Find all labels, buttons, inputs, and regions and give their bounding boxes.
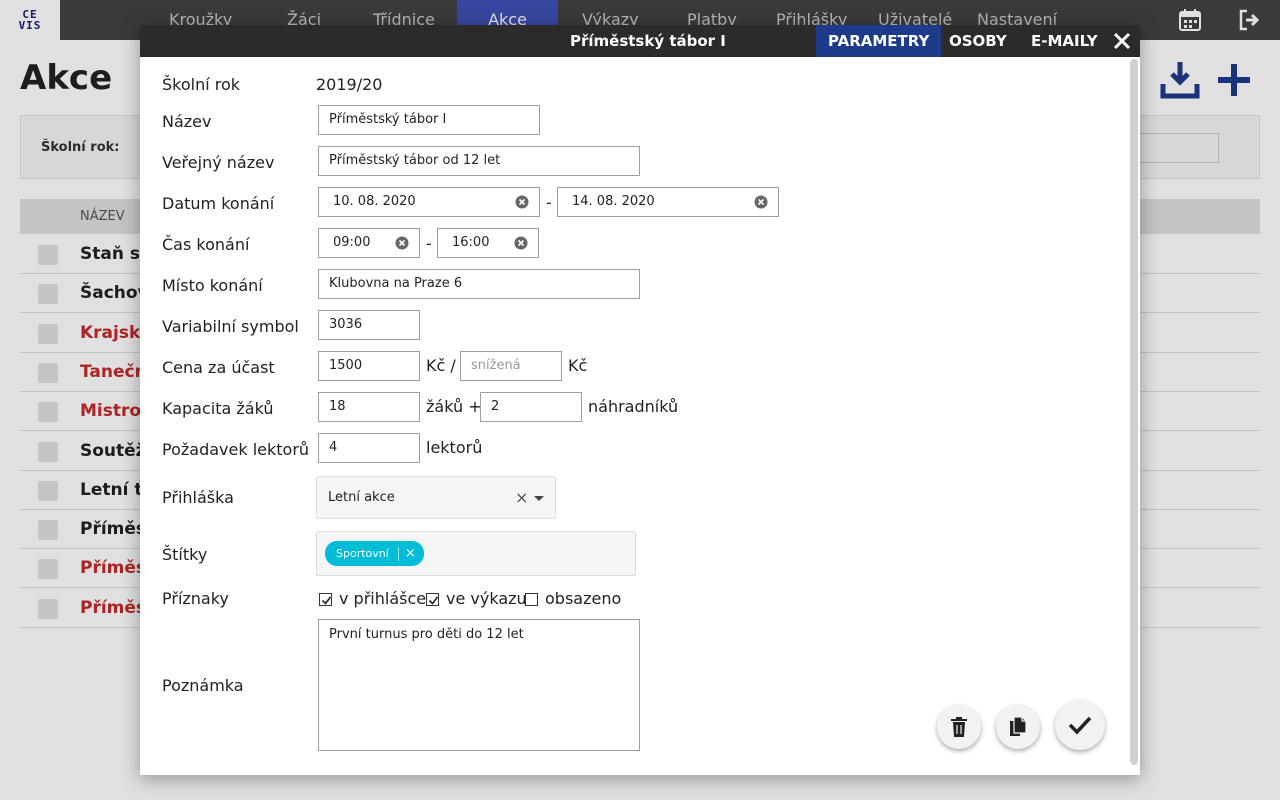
clear-icon[interactable] [515, 195, 529, 209]
substitutes-unit: náhradníků [588, 397, 679, 416]
substitutes-input[interactable]: 2 [480, 392, 582, 422]
place-input[interactable]: Klubovna na Praze 6 [318, 269, 640, 299]
remove-tag-icon[interactable]: × [405, 546, 416, 561]
label-capacity: Kapacita žáků [162, 399, 274, 418]
label-application: Přihláška [162, 488, 234, 507]
application-select[interactable]: Letní akce × [316, 476, 556, 519]
label-time: Čas konání [162, 235, 250, 254]
time-to-value: 16:00 [452, 235, 490, 250]
date-from-input[interactable]: 10. 08. 2020 [318, 187, 540, 217]
flag-label-in-application[interactable]: v přihlášce [339, 589, 426, 608]
public-name-input[interactable]: Příměstský tábor od 12 let [318, 146, 640, 176]
clear-icon[interactable] [754, 195, 768, 209]
time-from-value: 09:00 [333, 235, 371, 250]
flag-label-occupied[interactable]: obsazeno [545, 589, 621, 608]
clear-icon[interactable] [514, 236, 528, 250]
date-to-input[interactable]: 14. 08. 2020 [557, 187, 779, 217]
tag-chip: Sportovní × [325, 541, 424, 566]
save-button[interactable] [1055, 700, 1105, 750]
clear-icon[interactable] [395, 236, 409, 250]
check-icon [1068, 716, 1092, 735]
tab-osoby[interactable]: OSOBY [937, 25, 1019, 57]
tab-parametry[interactable]: PARAMETRY [816, 25, 942, 57]
checkmark-icon [321, 596, 332, 605]
dialog-header: Příměstský tábor I PARAMETRY OSOBY E-MAI… [140, 25, 1140, 57]
time-separator: - [426, 234, 432, 253]
checkbox-occupied[interactable] [525, 593, 538, 606]
chevron-down-icon[interactable] [534, 496, 544, 501]
tags-input[interactable]: Sportovní × [316, 531, 636, 576]
label-flags: Příznaky [162, 589, 229, 608]
dialog-scrollbar[interactable] [1130, 59, 1138, 765]
reduced-price-unit: Kč [568, 356, 588, 375]
delete-button[interactable] [937, 705, 981, 749]
label-place: Místo konání [162, 276, 263, 295]
date-from-value: 10. 08. 2020 [333, 194, 416, 209]
label-note: Poznámka [162, 676, 244, 695]
price-input[interactable]: 1500 [318, 351, 420, 381]
close-icon[interactable] [1112, 31, 1132, 51]
lecturers-input[interactable]: 4 [318, 433, 420, 463]
name-input[interactable]: Příměstský tábor I [318, 105, 540, 135]
label-lecturers: Požadavek lektorů [162, 440, 310, 459]
tab-e-maily[interactable]: E-MAILY [1019, 25, 1110, 57]
label-price: Cena za účast [162, 358, 275, 377]
copy-button[interactable] [996, 705, 1040, 749]
school-year-value: 2019/20 [316, 75, 383, 94]
flag-label-in-report[interactable]: ve výkazu [446, 589, 527, 608]
label-name: Název [162, 112, 212, 131]
label-tags: Štítky [162, 545, 208, 564]
date-separator: - [546, 193, 552, 212]
checkmark-icon [428, 596, 439, 605]
time-from-input[interactable]: 09:00 [318, 228, 420, 258]
checkbox-in-application[interactable] [319, 593, 332, 606]
label-variable-symbol: Variabilní symbol [162, 317, 299, 336]
tag-chip-label: Sportovní [336, 547, 389, 560]
clear-selection-icon[interactable]: × [515, 488, 528, 507]
application-select-value: Letní akce [328, 490, 395, 505]
event-detail-dialog: Příměstský tábor I PARAMETRY OSOBY E-MAI… [140, 25, 1140, 775]
delete-icon [951, 717, 967, 737]
note-textarea[interactable]: První turnus pro děti do 12 let [318, 619, 640, 751]
copy-icon [1010, 716, 1027, 736]
label-school-year: Školní rok [162, 75, 241, 94]
capacity-unit: žáků + [426, 397, 482, 416]
time-to-input[interactable]: 16:00 [437, 228, 539, 258]
date-to-value: 14. 08. 2020 [572, 194, 655, 209]
dialog-title: Příměstský tábor I [570, 32, 726, 50]
price-unit: Kč / [426, 356, 456, 375]
capacity-input[interactable]: 18 [318, 392, 420, 422]
reduced-price-input[interactable]: snížená [460, 351, 562, 381]
lecturers-unit: lektorů [426, 438, 483, 457]
variable-symbol-input[interactable]: 3036 [318, 310, 420, 340]
label-date: Datum konání [162, 194, 275, 213]
label-public-name: Veřejný název [162, 153, 275, 172]
checkbox-in-report[interactable] [426, 593, 439, 606]
